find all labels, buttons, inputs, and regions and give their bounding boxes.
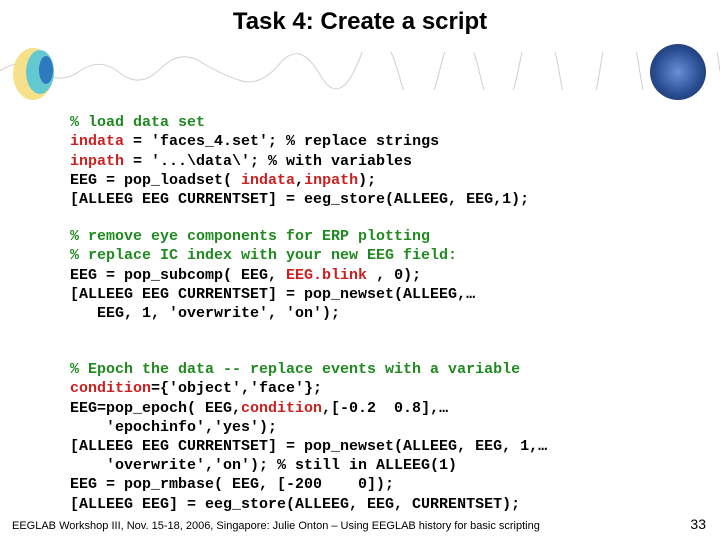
code-line: % replace IC index with your new EEG fie… [70,247,457,264]
code-line: EEG = pop_rmbase( EEG, [-200 0]); [70,476,394,493]
sccn-logo [650,44,706,100]
footer-text: EEGLAB Workshop III, Nov. 15-18, 2006, S… [12,520,540,532]
page-number: 33 [690,516,706,532]
code-token: condition [241,400,322,417]
code-token: EEG = pop_loadset( [70,172,241,189]
code-token: = 'faces_4.set'; % replace strings [124,133,439,150]
code-token: EEG = pop_subcomp( EEG, [70,267,286,284]
code-line: 'overwrite','on'); % still in ALLEEG(1) [70,457,457,474]
code-line: [ALLEEG EEG CURRENTSET] = eeg_store(ALLE… [70,191,529,208]
code-token: ); [358,172,376,189]
code-token: indata [241,172,295,189]
slide: Task 4: Create a script % load data set … [0,0,720,540]
code-token: indata [70,133,124,150]
code-token: = '...\data\'; % with variables [124,153,412,170]
code-subblock: % Epoch the data -- replace events with … [70,360,670,514]
code-token: EEG.blink [286,267,367,284]
code-line: % load data set [70,114,205,131]
slide-title: Task 4: Create a script [0,8,720,36]
code-token: , 0); [367,267,421,284]
code-line: [ALLEEG EEG CURRENTSET] = pop_newset(ALL… [70,286,475,303]
brain-head-icon [10,46,56,102]
code-line: [ALLEEG EEG CURRENTSET] = pop_newset(ALL… [70,438,547,455]
code-token: , [295,172,304,189]
code-line: EEG, 1, 'overwrite', 'on'); [70,305,340,322]
code-token: ,[-0.2 0.8],… [322,400,448,417]
code-subblock: % remove eye components for ERP plotting… [70,227,670,323]
code-token: EEG=pop_epoch( EEG, [70,400,241,417]
code-token: inpath [304,172,358,189]
code-token: condition [70,380,151,397]
code-token: ={'object','face'}; [151,380,322,397]
code-line: [ALLEEG EEG] = eeg_store(ALLEEG, EEG, CU… [70,496,520,513]
code-line: % remove eye components for ERP plotting [70,228,430,245]
waveform-bg [0,52,720,90]
code-token: inpath [70,153,124,170]
code-block: % load data set indata = 'faces_4.set'; … [70,94,670,514]
code-line: % Epoch the data -- replace events with … [70,361,520,378]
code-line: 'epochinfo','yes'); [70,419,277,436]
